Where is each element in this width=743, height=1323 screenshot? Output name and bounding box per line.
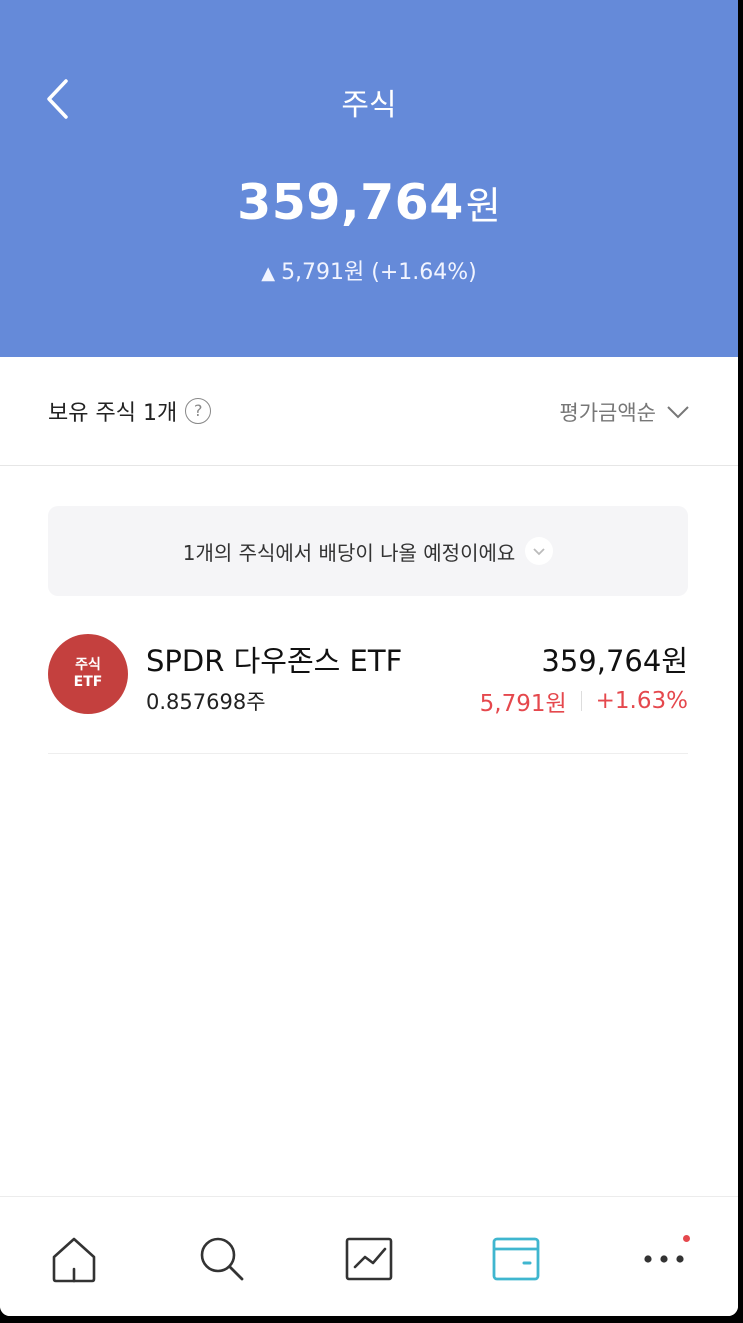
question-circle-icon[interactable]: ? [185,398,212,424]
divider [580,691,582,711]
wallet-icon [492,1237,540,1281]
stock-logo: 주식 ETF [48,634,128,714]
tab-more[interactable] [638,1233,690,1285]
total-change-text: 5,791원 (+1.64%) [281,260,477,285]
sort-dropdown[interactable]: 평가금액순 [559,397,690,427]
notification-badge [683,1235,690,1242]
triangle-up-icon: ▲ [261,263,276,284]
total-amount: 359,764 [237,174,464,231]
sort-label: 평가금액순 [559,401,656,425]
tab-wallet[interactable] [490,1233,542,1285]
stock-value: 359,764원 [541,644,688,678]
dividend-banner[interactable]: 1개의 주식에서 배당이 나올 예정이에요 [48,506,688,596]
stock-change-percent: +1.63% [595,688,688,714]
tab-chart[interactable] [343,1233,395,1285]
holdings-label: 보유 주식 1개 [48,401,178,426]
home-icon [52,1237,96,1283]
total-value: 359,764원 [0,174,738,231]
dividend-text: 1개의 주식에서 배당이 나올 예정이에요 [182,540,516,565]
page-title: 주식 [341,88,397,123]
expand-icon [525,537,554,565]
more-icon [644,1255,684,1263]
tab-home[interactable] [48,1233,100,1285]
chart-icon [345,1237,393,1281]
search-icon [200,1237,244,1281]
stock-change-amount: 5,791원 [479,691,567,717]
stock-logo-line1: 주식 [75,657,101,673]
holdings-bar: 보유 주식 1개 ? 평가금액순 [0,357,738,466]
app-screen: 주식 359,764원 ▲ 5,791원 (+1.64%) 보유 주식 1개 ? … [0,0,738,1316]
stock-name: SPDR 다우존스 ETF [146,644,403,678]
stock-quantity: 0.857698주 [146,690,266,714]
total-change: ▲ 5,791원 (+1.64%) [0,254,738,286]
stock-row[interactable]: 주식 ETF SPDR 다우존스 ETF 0.857698주 359,764원 … [48,630,688,754]
header: 주식 359,764원 ▲ 5,791원 (+1.64%) [0,0,738,357]
stock-logo-line2: ETF [73,674,103,690]
tab-search[interactable] [196,1233,248,1285]
bottom-tab-bar [0,1196,738,1316]
stock-change: 5,791원 +1.63% [480,684,688,718]
holdings-count: 보유 주식 1개 ? [48,395,212,427]
chevron-down-icon [667,406,689,419]
total-unit: 원 [465,184,501,228]
